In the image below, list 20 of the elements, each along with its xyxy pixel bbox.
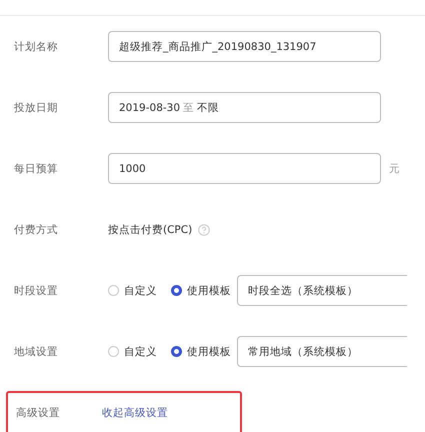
field-label: 高级设置 <box>16 406 61 420</box>
radio-option[interactable]: 使用模板 <box>171 284 231 298</box>
collapse-link[interactable]: 收起高级设置 <box>102 406 168 420</box>
field-label: 地域设置 <box>14 344 59 358</box>
template-select[interactable]: 时段全选（系统模板） <box>237 275 407 306</box>
field-label: 每日预算 <box>14 162 59 176</box>
radio-option[interactable]: 自定义 <box>108 284 157 298</box>
input-field[interactable]: 1000 <box>108 153 381 184</box>
help-icon[interactable] <box>198 224 210 236</box>
field-label: 投放日期 <box>14 100 59 114</box>
field-label: 时段设置 <box>14 284 59 298</box>
field-label: 计划名称 <box>14 40 59 54</box>
radio-option[interactable]: 自定义 <box>108 344 157 358</box>
radio-option[interactable]: 使用模板 <box>171 344 231 358</box>
date-field[interactable]: 2019-08-30 至 不限 <box>108 92 381 123</box>
unit-label: 元 <box>389 162 400 176</box>
field-label: 付费方式 <box>14 222 59 236</box>
template-select[interactable]: 常用地域（系统模板） <box>237 336 407 367</box>
input-field[interactable]: 超级推荐_商品推广_20190830_131907 <box>108 31 381 62</box>
payment-value: 按点击付费(CPC) <box>108 222 192 236</box>
